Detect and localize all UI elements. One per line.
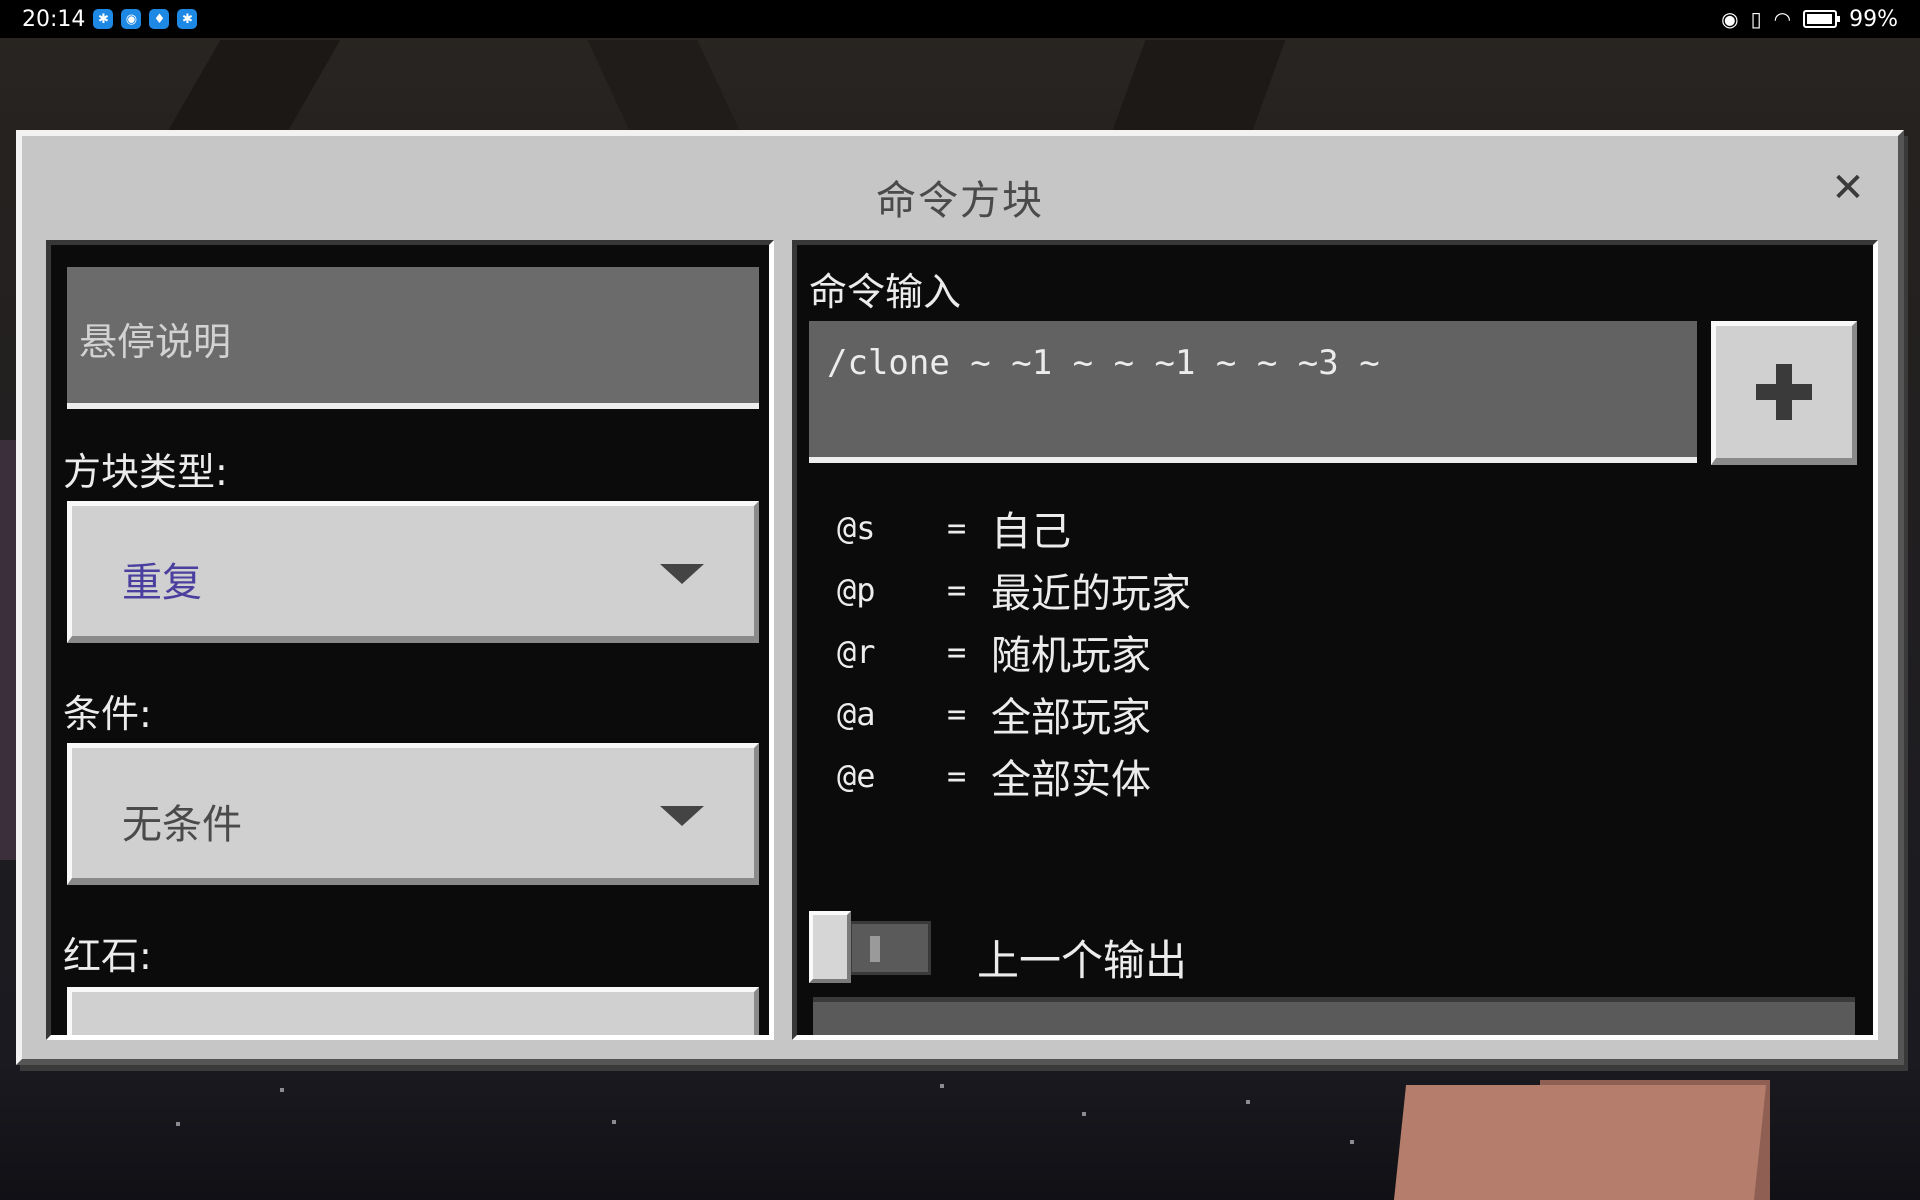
close-button[interactable]: ✕: [1828, 168, 1868, 208]
command-panel[interactable]: 命令输入 /clone ~ ~1 ~ ~ ~1 ~ ~ ~3 ~ @s = 自己…: [792, 240, 1878, 1040]
block-type-dropdown[interactable]: 重复: [67, 501, 759, 643]
selector-row: @r = 随机玩家: [837, 621, 1191, 683]
vibrate-icon: ▯: [1750, 7, 1762, 31]
add-command-button[interactable]: [1711, 321, 1857, 465]
chevron-down-icon: [660, 806, 704, 826]
selector-key: @s: [837, 509, 876, 547]
selector-description: 自己: [991, 509, 1071, 555]
battery-percent: 99%: [1849, 6, 1898, 32]
wifi-icon: ◠: [1773, 7, 1792, 31]
selector-description: 最近的玩家: [991, 571, 1191, 617]
toggle-track: [849, 921, 931, 975]
command-input-label: 命令输入: [809, 270, 962, 314]
command-input[interactable]: /clone ~ ~1 ~ ~ ~1 ~ ~ ~3 ~: [809, 321, 1697, 463]
previous-output-box: [813, 997, 1855, 1035]
redstone-dropdown[interactable]: [67, 987, 759, 1035]
chevron-down-icon: [660, 564, 704, 584]
block-type-value: 重复: [122, 560, 202, 606]
selector-key: @e: [837, 757, 876, 795]
selector-equals: =: [947, 633, 967, 671]
previous-output-toggle[interactable]: [809, 911, 937, 983]
particle: [1350, 1140, 1354, 1144]
redstone-label: 红石:: [63, 934, 152, 978]
condition-dropdown[interactable]: 无条件: [67, 743, 759, 885]
particle: [176, 1122, 180, 1126]
notification-app-icon: ✱: [177, 9, 198, 29]
particle: [612, 1120, 616, 1124]
background-block: [0, 440, 16, 860]
command-block-dialog: 命令方块 ✕ 悬停说明 方块类型: 重复 条件: 无条件 红石: 命令输入 /c…: [16, 130, 1904, 1065]
particle: [1082, 1112, 1086, 1116]
particle: [280, 1088, 284, 1092]
previous-output-label: 上一个输出: [977, 936, 1188, 985]
selector-row: @e = 全部实体: [837, 745, 1191, 807]
selector-row: @a = 全部玩家: [837, 683, 1191, 745]
selector-description: 随机玩家: [991, 633, 1151, 679]
condition-value: 无条件: [122, 802, 242, 848]
selector-key: @r: [837, 633, 876, 671]
selector-equals: =: [947, 509, 967, 547]
dialog-title: 命令方块: [876, 178, 1044, 224]
notification-app-icon: ◉: [121, 9, 142, 29]
selector-description: 全部实体: [991, 757, 1151, 803]
notification-app-icon: ✱: [93, 9, 114, 29]
selector-key: @p: [837, 571, 876, 609]
settings-panel[interactable]: 悬停说明 方块类型: 重复 条件: 无条件 红石:: [46, 240, 774, 1040]
selector-description: 全部玩家: [991, 695, 1151, 741]
toggle-knob: [809, 911, 851, 983]
clock: 20:14: [22, 6, 86, 32]
background-mob: [1393, 1085, 1767, 1200]
plus-icon: [1776, 364, 1792, 420]
eye-icon: ◉: [1721, 7, 1739, 31]
selector-equals: =: [947, 571, 967, 609]
selector-row: @p = 最近的玩家: [837, 559, 1191, 621]
hover-note-input[interactable]: 悬停说明: [67, 267, 759, 409]
particle: [1246, 1100, 1250, 1104]
status-bar: 20:14 ✱ ◉ ♦ ✱ ◉ ▯ ◠ 99%: [0, 0, 1920, 38]
block-type-label: 方块类型:: [63, 450, 228, 494]
status-icons: ◉ ▯ ◠ 99%: [1721, 7, 1898, 32]
notification-app-icon: ♦: [149, 9, 170, 29]
selector-equals: =: [947, 695, 967, 733]
selector-help-list: @s = 自己 @p = 最近的玩家 @r = 随机玩家 @a = 全部玩家 @…: [837, 497, 1191, 807]
particle: [940, 1084, 944, 1088]
selector-equals: =: [947, 757, 967, 795]
condition-label: 条件:: [63, 692, 152, 736]
selector-row: @s = 自己: [837, 497, 1191, 559]
selector-key: @a: [837, 695, 876, 733]
battery-icon: [1803, 10, 1841, 28]
